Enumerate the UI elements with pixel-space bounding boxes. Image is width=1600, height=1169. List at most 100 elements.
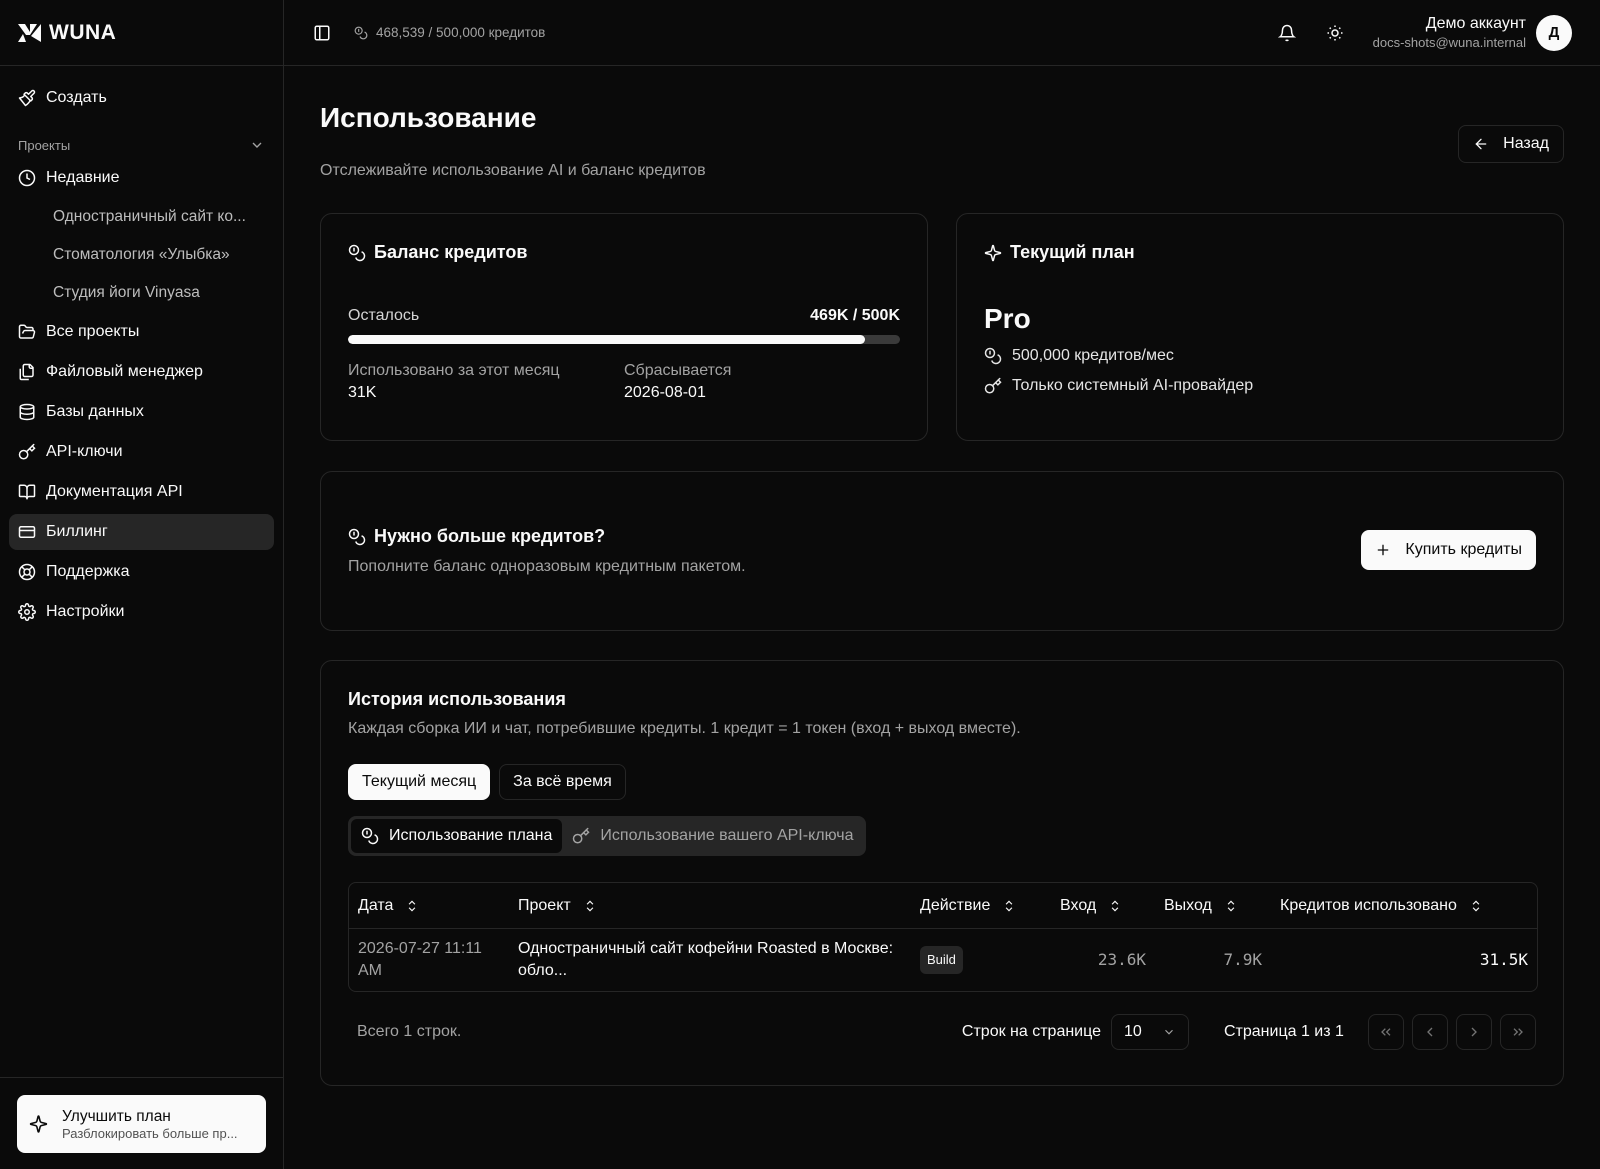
sort-icon (409, 900, 416, 911)
key-icon (984, 377, 1002, 394)
page-info: Страница 1 из 1 (1224, 1023, 1344, 1040)
credits-indicator: 468,539 / 500,000 кредитов (354, 25, 545, 40)
sidebar-item-label: Недавние (46, 169, 120, 186)
buy-credits-button[interactable]: Купить кредиты (1361, 530, 1536, 570)
coins-icon (361, 827, 379, 845)
column-header-output[interactable]: Выход (1155, 897, 1271, 915)
sidebar-item-label: Создать (46, 89, 107, 106)
reset-label: Сбрасывается (624, 362, 732, 379)
upgrade-plan-button[interactable]: Улучшить план Разблокировать больше пр..… (17, 1095, 266, 1153)
avatar[interactable]: Д (1536, 14, 1572, 51)
tab-label: Использование вашего API-ключа (600, 827, 854, 844)
sort-icon (1472, 900, 1480, 911)
gear-icon (18, 603, 36, 621)
remaining-label: Осталось (348, 307, 420, 324)
logo-text: WUNA (49, 20, 117, 44)
sidebar-item-create[interactable]: Создать (9, 80, 274, 116)
sidebar-item-all-projects[interactable]: Все проекты (9, 314, 274, 350)
usage-history-card: История использования Каждая сборка ИИ и… (320, 660, 1564, 1086)
column-label: Проект (518, 896, 571, 914)
coins-icon (354, 26, 368, 39)
recent-project-item[interactable]: Одностраничный сайт ко... (44, 200, 274, 234)
rows-per-page-select[interactable]: 10 (1111, 1014, 1189, 1050)
tab-all-time[interactable]: За всё время (499, 764, 626, 800)
column-header-project[interactable]: Проект (509, 897, 911, 915)
total-rows: Всего 1 строк. (357, 1023, 462, 1040)
sidebar-item-settings[interactable]: Настройки (9, 594, 274, 630)
cell-input: 23.6K (1097, 950, 1146, 969)
sort-icon (1006, 900, 1013, 911)
tab-api-key-usage[interactable]: Использование вашего API-ключа (562, 819, 863, 853)
sidebar-item-billing[interactable]: Биллинг (9, 514, 274, 550)
buy-credits-card: Нужно больше кредитов? Пополните баланс … (320, 471, 1564, 631)
balance-title-text: Баланс кредитов (374, 242, 528, 262)
key-icon (18, 443, 36, 460)
buy-card-title: Нужно больше кредитов? (348, 526, 605, 547)
theme-toggle-button[interactable] (1315, 13, 1355, 53)
upgrade-subtitle: Разблокировать больше пр... (62, 1125, 238, 1141)
sidebar-item-api-docs[interactable]: Документация API (9, 474, 274, 510)
plan-feature: 500,000 кредитов/мес (984, 347, 1536, 365)
plan-card-title: Текущий план (984, 242, 1536, 263)
chevrons-left-icon (1381, 1028, 1391, 1036)
rows-per-page-label: Строк на странице (961, 1023, 1101, 1040)
used-label: Использовано за этот месяц (348, 362, 560, 379)
tab-plan-usage[interactable]: Использование плана (351, 819, 563, 853)
previous-page-button[interactable] (1412, 1014, 1448, 1050)
buy-button-label: Купить кредиты (1405, 541, 1522, 558)
back-button[interactable]: Назад (1458, 125, 1564, 163)
notifications-button[interactable] (1267, 13, 1307, 53)
chevrons-right-icon (1513, 1028, 1523, 1036)
files-icon (19, 363, 34, 381)
sidebar-item-support[interactable]: Поддержка (9, 554, 274, 590)
credits-progress-fill (348, 335, 866, 344)
sidebar-item-label: Настройки (46, 603, 125, 620)
sidebar: WUNA Создать Проекты Недавние Однострани… (0, 0, 284, 1169)
pagination: Всего 1 строк. Строк на странице 10 Стра… (348, 1014, 1536, 1050)
projects-section-toggle[interactable]: Проекты (9, 130, 274, 160)
last-page-button[interactable] (1500, 1014, 1536, 1050)
page-subtitle: Отслеживайте использование AI и баланс к… (320, 162, 706, 179)
sidebar-item-databases[interactable]: Базы данных (9, 394, 274, 430)
table-header: Дата Проект Действие Вход Выход Кредитов… (349, 883, 1537, 929)
sidebar-item-recent[interactable]: Недавние (9, 160, 274, 196)
chevron-down-icon (1165, 1029, 1173, 1035)
sidebar-item-api-keys[interactable]: API-ключи (9, 434, 274, 470)
usage-table: Дата Проект Действие Вход Выход Кредитов… (348, 882, 1538, 992)
key-icon (573, 827, 590, 844)
sidebar-item-label: Файловый менеджер (46, 363, 203, 380)
sun-icon (1327, 25, 1343, 40)
column-header-credits[interactable]: Кредитов использовано (1271, 897, 1537, 915)
first-page-button[interactable] (1368, 1014, 1404, 1050)
column-label: Действие (920, 896, 991, 914)
plus-icon (1378, 544, 1389, 556)
cell-project: Одностраничный сайт кофейни Roasted в Мо… (518, 940, 894, 979)
topbar-actions: Демо аккаунт docs-shots@wuna.internal Д (1267, 13, 1572, 53)
sort-icon (1111, 900, 1119, 911)
sidebar-nav: Создать Проекты Недавние Одностраничный … (0, 66, 283, 630)
upgrade-title: Улучшить план (62, 1107, 171, 1125)
logo[interactable]: WUNA (0, 0, 283, 66)
user-email: docs-shots@wuna.internal (1372, 35, 1526, 50)
toggle-sidebar-button[interactable] (302, 13, 342, 53)
plan-feature-text: Только системный AI-провайдер (1012, 377, 1254, 394)
sidebar-item-label: Биллинг (46, 523, 108, 540)
life-buoy-icon (18, 563, 36, 581)
sort-icon (586, 900, 594, 911)
column-header-action[interactable]: Действие (911, 897, 1051, 915)
book-icon (18, 484, 36, 500)
column-header-input[interactable]: Вход (1051, 897, 1155, 915)
sidebar-item-file-manager[interactable]: Файловый менеджер (9, 354, 274, 390)
user-info[interactable]: Демо аккаунт docs-shots@wuna.internal (1373, 15, 1526, 50)
range-tabs: Текущий месяц За всё время (348, 764, 1536, 800)
table-row[interactable]: 2026-07-27 11:11 AM Одностраничный сайт … (349, 929, 1537, 991)
recent-project-item[interactable]: Стоматология «Улыбка» (44, 238, 274, 272)
recent-project-item[interactable]: Студия йоги Vinyasa (44, 276, 274, 310)
tab-current-month[interactable]: Текущий месяц (348, 764, 491, 800)
column-header-date[interactable]: Дата (349, 897, 509, 915)
clock-icon (18, 169, 36, 187)
next-page-button[interactable] (1456, 1014, 1492, 1050)
rows-per-page-value: 10 (1124, 1023, 1142, 1040)
logo-icon (18, 23, 41, 42)
credit-card-icon (18, 526, 36, 538)
